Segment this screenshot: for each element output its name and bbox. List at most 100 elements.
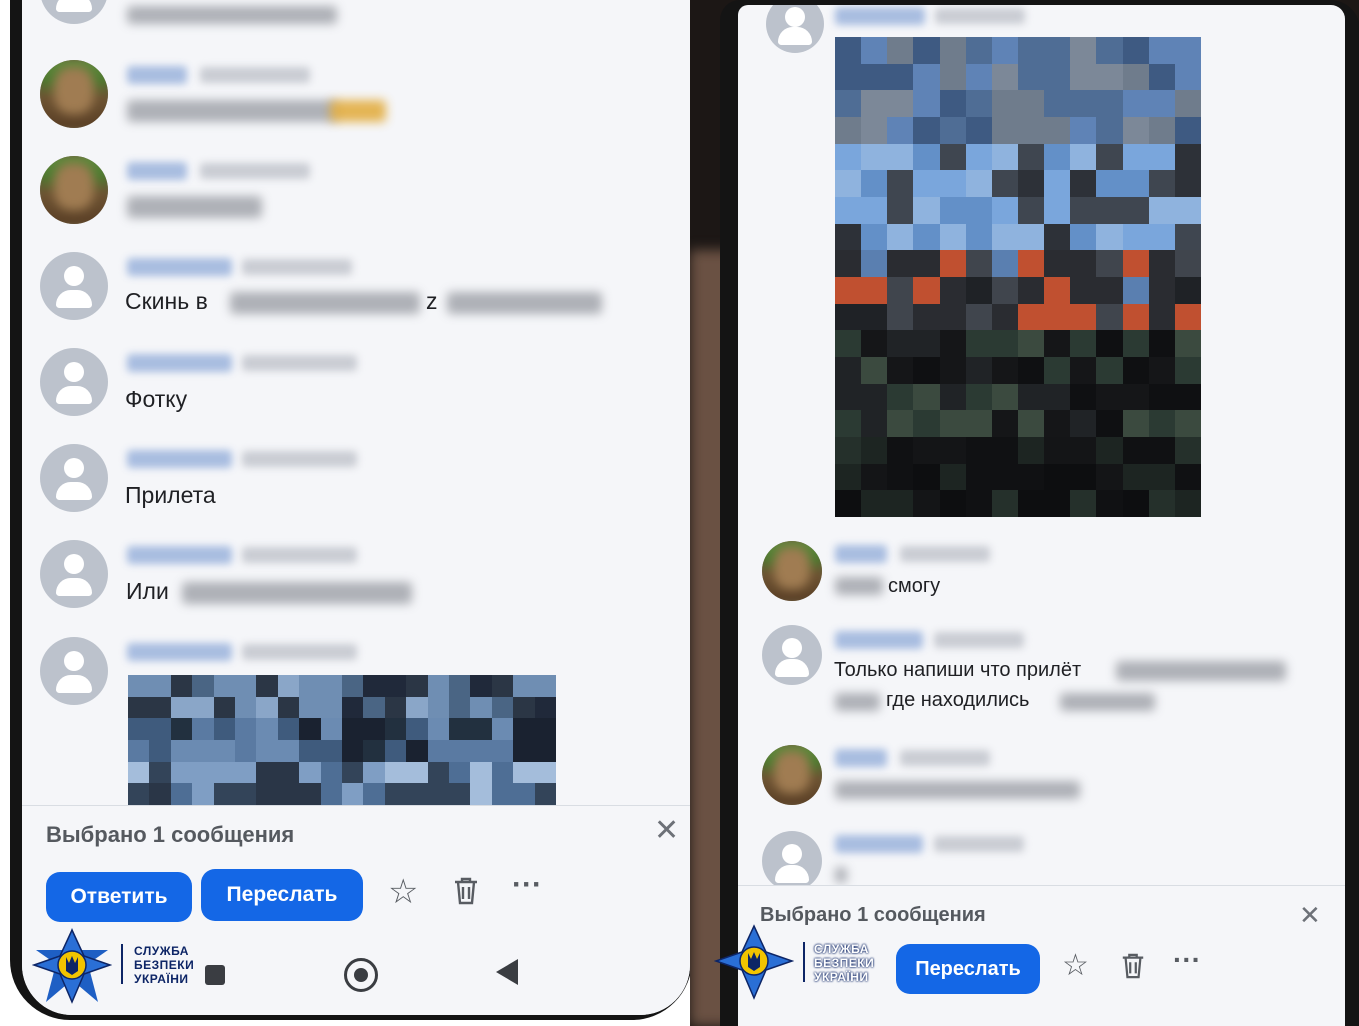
pixel-block <box>384 696 408 720</box>
sender-name[interactable] <box>127 258 232 276</box>
user-avatar[interactable] <box>762 831 822 891</box>
user-avatar[interactable] <box>40 540 108 608</box>
pixel-block <box>1044 223 1072 252</box>
pixel-block <box>213 740 236 763</box>
sender-name[interactable] <box>835 749 887 767</box>
pixel-block <box>235 783 258 805</box>
pixel-block <box>1070 143 1098 172</box>
sender-name[interactable] <box>835 835 923 853</box>
more-icon[interactable]: ··· <box>512 868 542 902</box>
pixel-block <box>1096 63 1124 92</box>
sender-name[interactable] <box>127 162 187 180</box>
pixel-block <box>861 143 889 172</box>
pixel-block <box>1096 490 1124 517</box>
pixel-block <box>1044 197 1072 225</box>
user-avatar-photo[interactable] <box>762 745 822 805</box>
pixel-block <box>1148 90 1176 118</box>
wordmark-line: УКРАЇНИ <box>814 970 869 984</box>
pixel-block <box>835 330 863 358</box>
pixel-block <box>363 740 386 763</box>
sbu-emblem-icon <box>31 928 113 1004</box>
pixel-block <box>1018 90 1046 118</box>
user-avatar[interactable] <box>40 0 108 24</box>
redacted-text <box>1116 661 1286 681</box>
pixel-block <box>235 761 258 785</box>
pixel-block <box>491 783 515 805</box>
sender-name[interactable] <box>835 545 887 563</box>
user-avatar[interactable] <box>40 637 108 705</box>
pixel-block <box>1018 303 1046 332</box>
pixel-block <box>1044 63 1072 92</box>
pixel-block <box>887 303 915 332</box>
pixel-block <box>835 117 863 145</box>
pixel-block <box>491 675 515 698</box>
pixel-block <box>1018 330 1046 358</box>
star-icon[interactable]: ☆ <box>1062 948 1089 983</box>
redacted-text <box>835 867 847 883</box>
pixel-block <box>991 383 1019 412</box>
star-icon[interactable]: ☆ <box>388 872 418 912</box>
pixel-block <box>861 410 889 438</box>
pixel-block <box>1070 223 1098 252</box>
pixel-block <box>1174 197 1201 225</box>
pixel-block <box>965 90 993 118</box>
pixel-block <box>835 197 863 225</box>
pixel-block <box>1044 330 1072 358</box>
pixel-block <box>1122 490 1150 517</box>
pixel-block <box>1070 170 1098 198</box>
sender-name[interactable] <box>127 66 187 84</box>
pixel-block <box>939 143 967 172</box>
sender-name[interactable] <box>835 631 923 649</box>
forward-button[interactable]: Переслать <box>896 944 1040 994</box>
pixel-block <box>835 410 863 438</box>
pixel-block <box>1122 37 1150 65</box>
pixel-block <box>861 63 889 92</box>
pixel-block <box>449 783 472 805</box>
pixel-block <box>1148 277 1176 305</box>
pixel-block <box>449 761 472 785</box>
pixel-block <box>1174 143 1201 172</box>
pixel-block <box>1174 463 1201 492</box>
forward-button[interactable]: Переслать <box>201 869 363 921</box>
user-avatar-photo[interactable] <box>762 541 822 601</box>
sender-name[interactable] <box>127 643 232 661</box>
reply-button[interactable]: Ответить <box>46 872 192 922</box>
pixel-block <box>427 696 450 720</box>
pixel-block <box>835 463 863 492</box>
sender-name[interactable] <box>127 354 232 372</box>
pixel-block <box>1174 250 1201 278</box>
trash-icon[interactable] <box>452 876 480 911</box>
pixel-block <box>939 330 967 358</box>
sender-name[interactable] <box>835 7 925 25</box>
pixel-block <box>128 740 151 763</box>
user-avatar[interactable] <box>40 252 108 320</box>
more-icon[interactable]: ··· <box>1173 944 1201 976</box>
user-avatar-photo[interactable] <box>40 156 108 224</box>
trash-icon[interactable] <box>1120 952 1146 985</box>
pixel-block <box>1174 223 1201 252</box>
pixel-block <box>342 740 365 763</box>
user-avatar[interactable] <box>40 348 108 416</box>
pixel-block <box>861 437 889 465</box>
user-avatar[interactable] <box>762 625 822 685</box>
home-icon[interactable] <box>344 958 378 992</box>
user-avatar[interactable] <box>766 5 824 53</box>
sender-name[interactable] <box>127 546 232 564</box>
user-avatar-photo[interactable] <box>40 60 108 128</box>
close-icon[interactable]: ✕ <box>1299 900 1321 930</box>
pixel-block <box>965 357 993 385</box>
close-icon[interactable]: ✕ <box>654 816 679 846</box>
pixel-block <box>1174 410 1201 438</box>
pixel-block <box>1044 437 1072 465</box>
sender-name[interactable] <box>127 450 232 468</box>
pixel-block <box>913 357 941 385</box>
back-icon[interactable] <box>496 959 518 985</box>
pixel-block <box>991 37 1019 65</box>
user-avatar[interactable] <box>40 444 108 512</box>
pixel-block <box>1174 357 1201 385</box>
pixelated-photo[interactable] <box>835 37 1201 517</box>
pixelated-photo[interactable] <box>128 675 556 805</box>
pixel-block <box>939 250 967 278</box>
pixel-block <box>1070 303 1098 332</box>
pixel-block <box>913 63 941 92</box>
